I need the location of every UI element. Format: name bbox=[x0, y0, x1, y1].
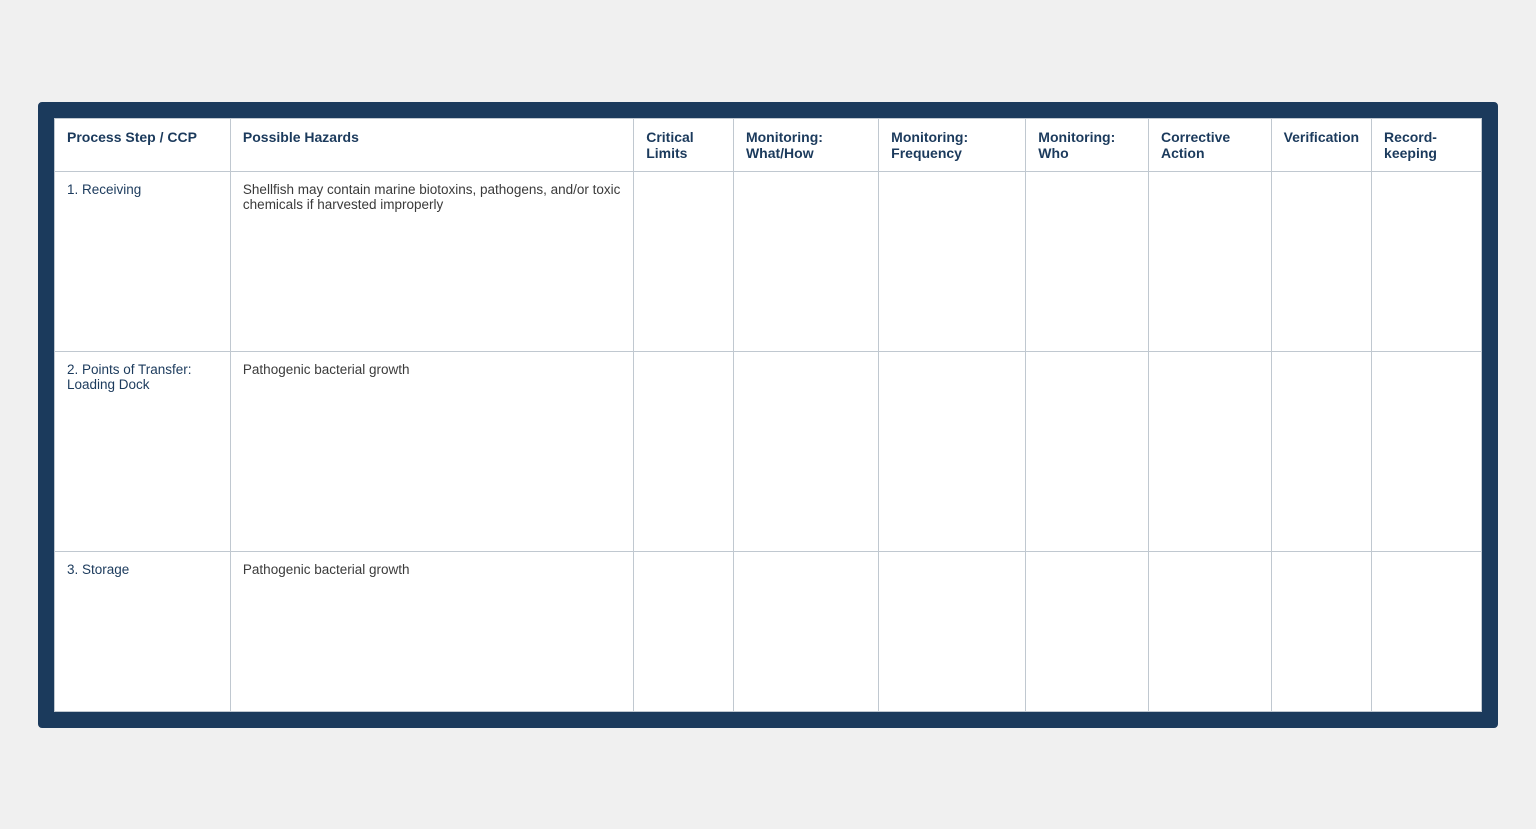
table-row: 1. Receiving Shellfish may contain marin… bbox=[55, 171, 1482, 351]
cell-record-keeping-1 bbox=[1372, 171, 1482, 351]
cell-monitoring-what-1 bbox=[733, 171, 878, 351]
cell-hazard-1: Shellfish may contain marine biotoxins, … bbox=[230, 171, 633, 351]
header-critical-limits: Critical Limits bbox=[634, 118, 734, 171]
header-monitoring-what: Monitoring: What/How bbox=[733, 118, 878, 171]
cell-hazard-2: Pathogenic bacterial growth bbox=[230, 351, 633, 551]
table-wrapper: Process Step / CCP Possible Hazards Crit… bbox=[38, 102, 1498, 728]
header-record-keeping: Record-keeping bbox=[1372, 118, 1482, 171]
cell-corrective-action-2 bbox=[1148, 351, 1271, 551]
cell-monitoring-frequency-1 bbox=[879, 171, 1026, 351]
header-row: Process Step / CCP Possible Hazards Crit… bbox=[55, 118, 1482, 171]
cell-record-keeping-2 bbox=[1372, 351, 1482, 551]
header-monitoring-frequency: Monitoring: Frequency bbox=[879, 118, 1026, 171]
cell-record-keeping-3 bbox=[1372, 551, 1482, 711]
cell-corrective-action-1 bbox=[1148, 171, 1271, 351]
header-process-step: Process Step / CCP bbox=[55, 118, 231, 171]
cell-process-step-2: 2. Points of Transfer: Loading Dock bbox=[55, 351, 231, 551]
cell-verification-3 bbox=[1271, 551, 1371, 711]
cell-process-step-1: 1. Receiving bbox=[55, 171, 231, 351]
cell-monitoring-what-3 bbox=[733, 551, 878, 711]
cell-monitoring-who-3 bbox=[1026, 551, 1149, 711]
cell-monitoring-frequency-2 bbox=[879, 351, 1026, 551]
cell-monitoring-frequency-3 bbox=[879, 551, 1026, 711]
cell-verification-2 bbox=[1271, 351, 1371, 551]
cell-monitoring-who-1 bbox=[1026, 171, 1149, 351]
cell-hazard-3: Pathogenic bacterial growth bbox=[230, 551, 633, 711]
table-row: 3. Storage Pathogenic bacterial growth bbox=[55, 551, 1482, 711]
header-verification: Verification bbox=[1271, 118, 1371, 171]
cell-process-step-3: 3. Storage bbox=[55, 551, 231, 711]
cell-monitoring-who-2 bbox=[1026, 351, 1149, 551]
table-row: 2. Points of Transfer: Loading Dock Path… bbox=[55, 351, 1482, 551]
header-possible-hazards: Possible Hazards bbox=[230, 118, 633, 171]
haccp-table: Process Step / CCP Possible Hazards Crit… bbox=[54, 118, 1482, 712]
header-monitoring-who: Monitoring: Who bbox=[1026, 118, 1149, 171]
cell-verification-1 bbox=[1271, 171, 1371, 351]
cell-critical-limits-2 bbox=[634, 351, 734, 551]
cell-monitoring-what-2 bbox=[733, 351, 878, 551]
cell-corrective-action-3 bbox=[1148, 551, 1271, 711]
cell-critical-limits-3 bbox=[634, 551, 734, 711]
cell-critical-limits-1 bbox=[634, 171, 734, 351]
header-corrective-action: Corrective Action bbox=[1148, 118, 1271, 171]
